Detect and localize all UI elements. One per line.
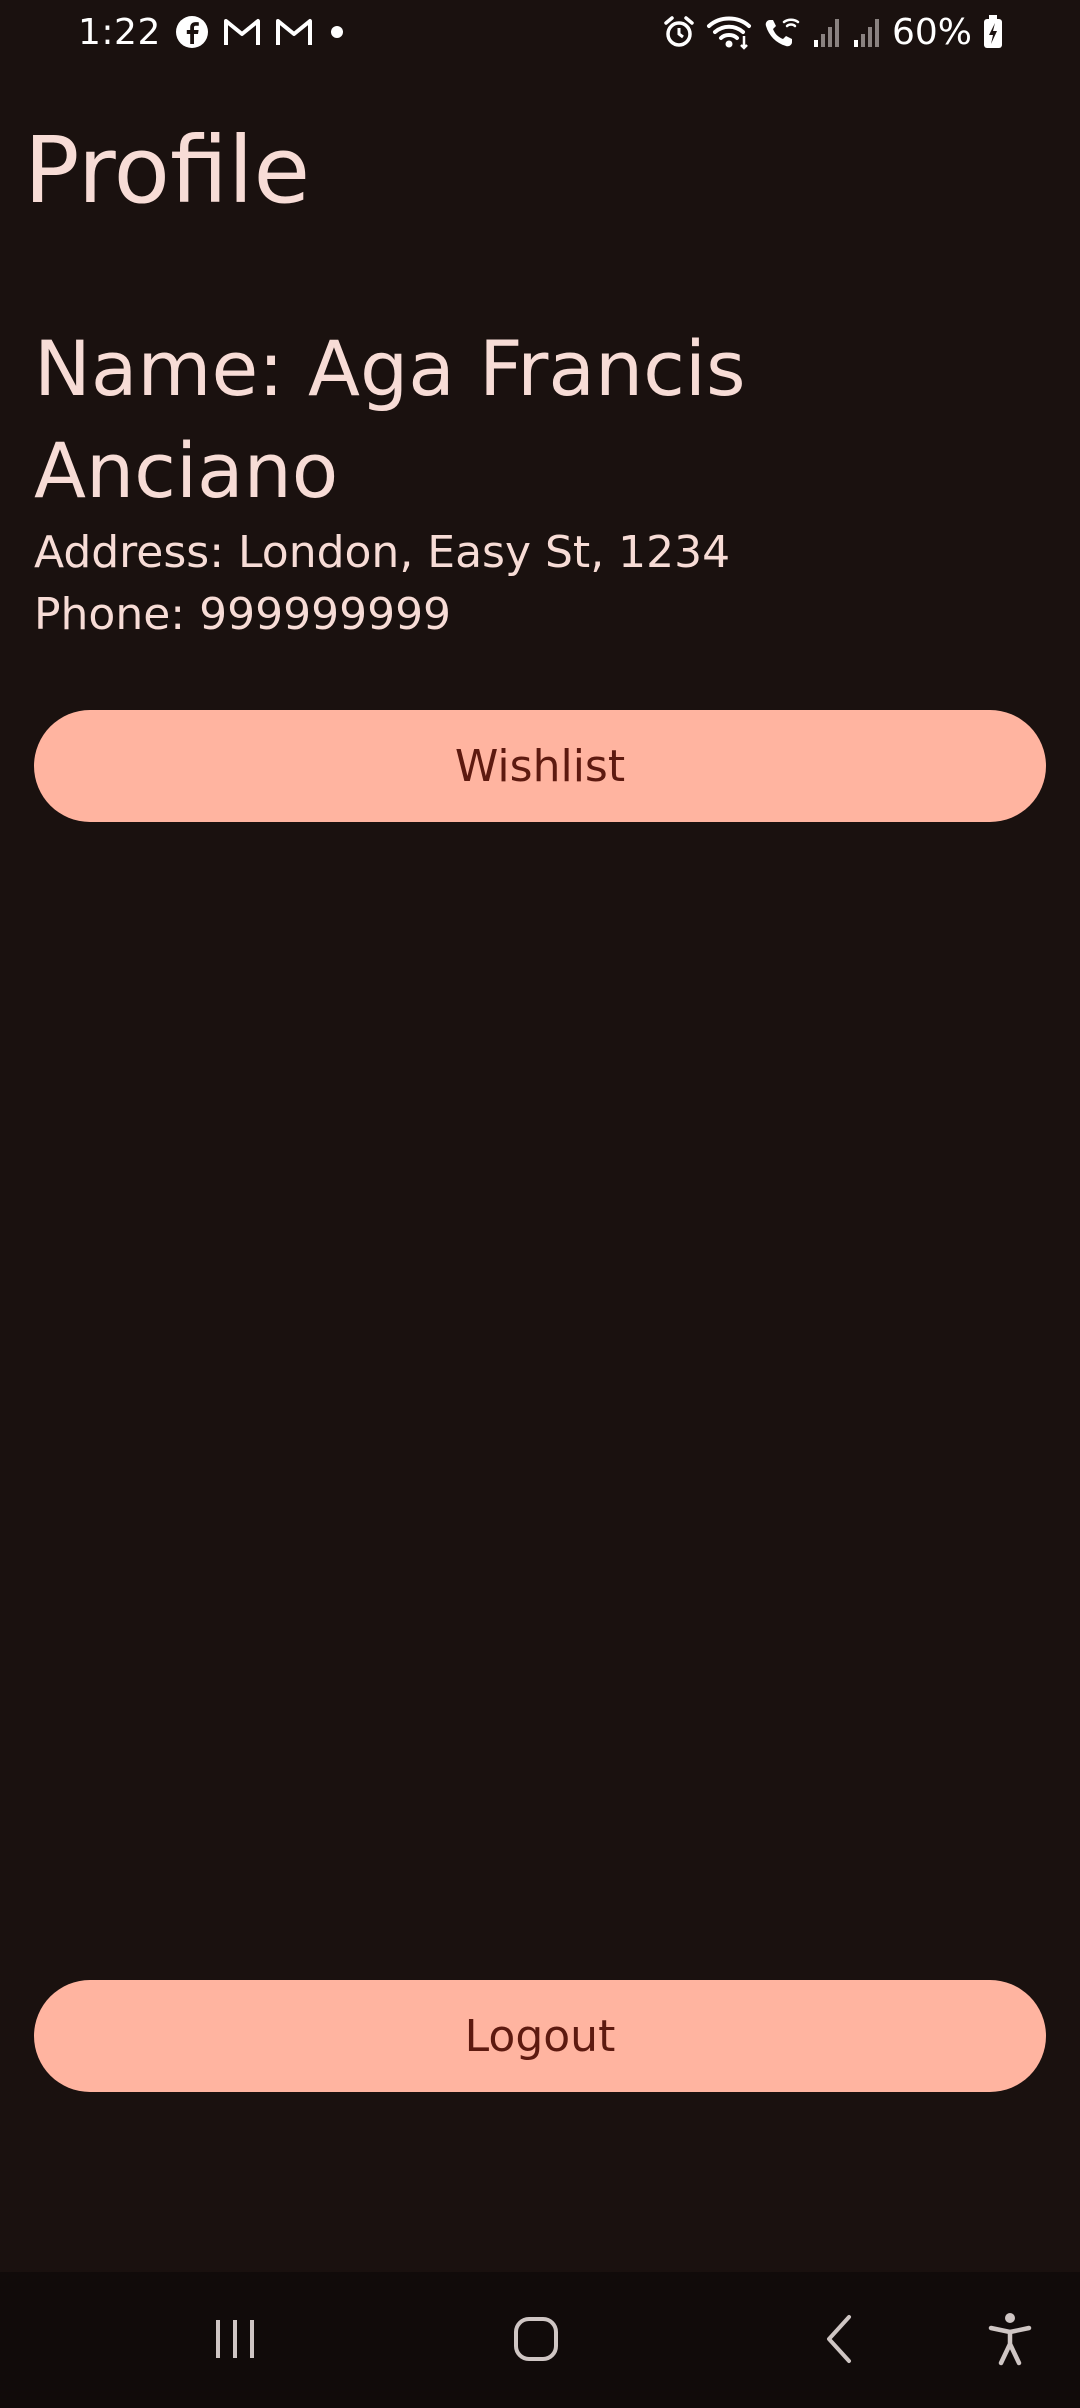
wishlist-button[interactable]: Wishlist [34,710,1046,822]
gmail-icon [223,17,261,47]
status-bar-right: 60% [662,10,1004,54]
gmail-icon [275,17,313,47]
home-button[interactable] [476,2272,596,2408]
profile-name-line2: Anciano [34,426,339,515]
signal-icon [812,16,842,48]
battery-charging-icon [982,14,1004,50]
profile-address: Address: London, Easy St, 1234 [34,527,731,578]
accessibility-icon [988,2311,1032,2370]
back-button[interactable] [780,2272,900,2408]
home-icon [511,2314,561,2367]
logout-button[interactable]: Logout [34,1980,1046,2092]
recents-icon [210,2316,260,2365]
profile-name: Name: Aga Francis Anciano [34,318,1044,522]
wishlist-button-label: Wishlist [454,740,626,792]
page-title: Profile [24,117,311,224]
facebook-icon [175,15,209,49]
dot-icon [327,22,347,42]
battery-percent: 60% [891,11,972,53]
status-bar: 1:22 60% [0,0,1080,66]
navigation-bar [0,2272,1080,2408]
alarm-icon [662,15,696,49]
profile-name-line1: Name: Aga Francis [34,324,746,413]
recents-button[interactable] [175,2272,295,2408]
wifi-icon [706,14,752,50]
profile-phone: Phone: 999999999 [34,589,452,640]
back-icon [820,2313,860,2368]
status-time: 1:22 [78,11,161,53]
status-bar-left: 1:22 [78,10,347,54]
signal-icon [852,16,882,48]
wifi-calling-icon [762,14,802,50]
accessibility-button[interactable] [950,2272,1070,2408]
profile-info: Name: Aga Francis Anciano Address: Londo… [34,318,1044,646]
logout-button-label: Logout [464,2010,616,2062]
